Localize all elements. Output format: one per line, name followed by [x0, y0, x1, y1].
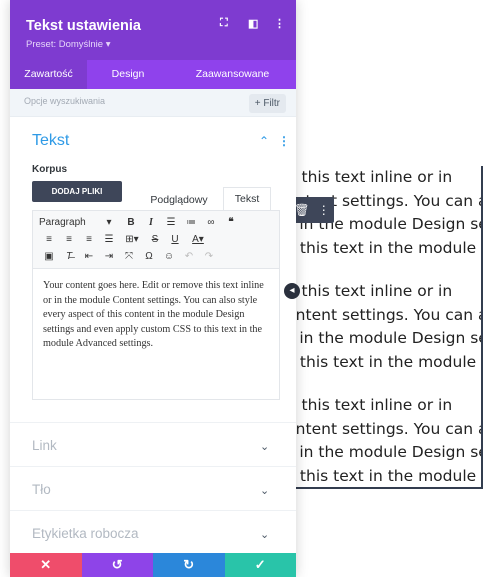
align-center-icon[interactable]: ≡: [59, 234, 79, 245]
preview-line: of this content in the module Design set…: [294, 329, 483, 348]
section-link[interactable]: Link ⌄: [10, 422, 296, 466]
preview-line: the module Content settings. You can als…: [294, 419, 483, 438]
emoji-icon[interactable]: ☺: [159, 251, 179, 262]
special-char-icon[interactable]: Ω: [139, 251, 159, 262]
preview-line: Edit or remove this text inline or in: [294, 396, 453, 414]
text-color-icon[interactable]: A▾: [185, 234, 211, 245]
editor-tab-visual[interactable]: Podglądowy: [135, 189, 223, 211]
undo-button[interactable]: ↺: [81, 553, 153, 577]
settings-modal: Tekst ustawienia Preset: Domyślnie ▾ ⛶ ◧…: [10, 0, 296, 577]
redo-icon: ↻: [183, 557, 195, 572]
more-vertical-icon[interactable]: ⋮: [278, 134, 290, 148]
paste-icon[interactable]: ▣: [39, 251, 59, 262]
section-label-link: Link: [32, 438, 57, 453]
table-icon[interactable]: ⊞▾: [119, 234, 145, 245]
editor-toolbar: Paragraph ▾ B I ☰ ≔ ∞ ❝ ≡ ≡ ≡ ☰ ⊞▾ S U A…: [33, 211, 279, 269]
search-row: + Filtr: [10, 89, 296, 117]
bullet-list-icon[interactable]: ☰: [161, 217, 181, 228]
preview-line: custom CSS to this text in the module Ad…: [294, 238, 483, 257]
close-icon: ✕: [40, 557, 52, 572]
preview-line: custom CSS to this text in the module Ad…: [294, 352, 483, 371]
preview-line: of this content in the module Design set…: [294, 443, 483, 462]
numbered-list-icon[interactable]: ≔: [181, 217, 201, 228]
redo-button[interactable]: ↻: [153, 553, 225, 577]
link-icon[interactable]: ∞: [201, 217, 221, 228]
save-button[interactable]: ✓: [224, 553, 296, 577]
undo-icon: ↺: [111, 557, 123, 572]
search-input[interactable]: [24, 96, 224, 106]
align-left-icon[interactable]: ≡: [39, 234, 59, 245]
outdent-icon[interactable]: ⇤: [79, 251, 99, 262]
preview-paragraph-2[interactable]: Edit or remove this text inline or in th…: [294, 280, 483, 374]
chevron-down-icon: ⌄: [260, 441, 270, 453]
format-select[interactable]: Paragraph: [39, 217, 97, 228]
indent-icon[interactable]: ⇥: [99, 251, 119, 262]
module-action-toolbar: 🗑 ⋮: [290, 197, 334, 223]
trash-icon[interactable]: 🗑: [294, 203, 309, 217]
add-media-button[interactable]: DODAJ PLIKI: [32, 181, 122, 202]
align-right-icon[interactable]: ≡: [79, 234, 99, 245]
editor-content[interactable]: Your content goes here. Edit or remove t…: [33, 269, 279, 362]
tab-design[interactable]: Design: [87, 60, 169, 89]
split-view-icon[interactable]: ◧: [248, 17, 258, 30]
more-vertical-icon[interactable]: ⋮: [318, 203, 330, 217]
preview-line: Edit or remove this text inline or in: [294, 282, 453, 300]
section-admin-label[interactable]: Etykietka robocza ⌄: [10, 510, 296, 553]
clear-format-icon[interactable]: T̶: [59, 251, 79, 262]
strikethrough-icon[interactable]: S: [145, 234, 165, 245]
filter-button[interactable]: + Filtr: [248, 94, 286, 113]
preview-paragraph-3[interactable]: Edit or remove this text inline or in th…: [294, 394, 483, 487]
cancel-button[interactable]: ✕: [10, 553, 82, 577]
tab-content[interactable]: Zawartość: [10, 60, 87, 89]
blockquote-icon[interactable]: ❝: [221, 217, 241, 228]
modal-action-bar: ✕ ↺ ↻ ✓: [10, 553, 296, 577]
preview-line: custom CSS to this text in the module Ad…: [294, 466, 483, 485]
chevron-down-icon: ⌄: [260, 529, 270, 541]
rich-text-editor: Paragraph ▾ B I ☰ ≔ ∞ ❝ ≡ ≡ ≡ ☰ ⊞▾ S U A…: [32, 210, 280, 400]
preview-line: the module Content settings. You can als…: [294, 305, 483, 324]
chevron-down-icon: ⌄: [260, 485, 270, 497]
chevron-down-icon[interactable]: ▾: [97, 217, 121, 228]
body-label: Korpus: [32, 164, 67, 175]
chevron-up-icon[interactable]: ⌃: [259, 134, 269, 148]
section-label-background: Tło: [32, 482, 51, 497]
more-vertical-icon[interactable]: ⋮: [274, 17, 285, 30]
tab-advanced[interactable]: Zaawansowane: [169, 60, 296, 89]
focus-icon[interactable]: ⛶: [220, 17, 228, 30]
editor-tab-text[interactable]: Tekst: [223, 187, 271, 211]
settings-tabs: Zawartość Design Zaawansowane: [10, 60, 296, 89]
bold-icon[interactable]: B: [121, 217, 141, 228]
modal-header[interactable]: Tekst ustawienia Preset: Domyślnie ▾ ⛶ ◧…: [10, 0, 296, 60]
preset-dropdown[interactable]: Preset: Domyślnie ▾: [26, 39, 296, 50]
section-label-admin: Etykietka robocza: [32, 526, 139, 541]
italic-icon[interactable]: I: [141, 217, 161, 228]
section-background[interactable]: Tło ⌄: [10, 466, 296, 510]
preview-line: Edit or remove this text inline or in: [294, 168, 453, 186]
redo-icon[interactable]: ↷: [199, 251, 219, 262]
undo-icon[interactable]: ↶: [179, 251, 199, 262]
resize-handle[interactable]: ◂: [284, 283, 300, 299]
section-title-text[interactable]: Tekst: [32, 132, 69, 150]
align-justify-icon[interactable]: ☰: [99, 234, 119, 245]
underline-icon[interactable]: U: [165, 234, 185, 245]
check-icon: ✓: [254, 557, 266, 572]
fullscreen-icon[interactable]: ⤧: [119, 251, 139, 262]
